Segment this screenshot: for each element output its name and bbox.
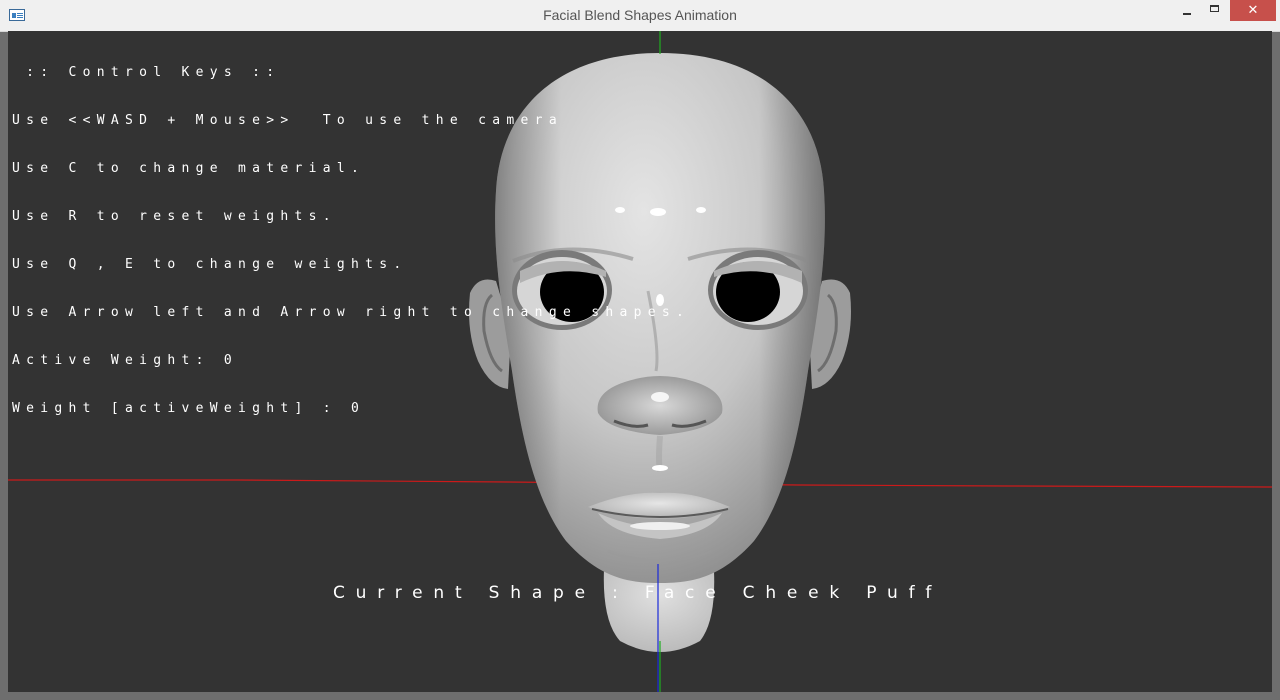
maximize-button[interactable] xyxy=(1202,0,1228,21)
current-shape-label: Current Shape : Face Cheek Puff xyxy=(333,583,943,603)
philtrum-highlight xyxy=(652,465,668,471)
minimize-button[interactable] xyxy=(1174,0,1200,21)
title-bar[interactable]: Facial Blend Shapes Animation ✕ xyxy=(0,0,1280,32)
instruction-camera: Use <<WASD + Mouse>> To use the camera xyxy=(12,113,563,128)
instruction-shapes: Use Arrow left and Arrow right to change… xyxy=(12,305,691,320)
instruction-weights: Use Q , E to change weights. xyxy=(12,257,408,272)
lip-highlight xyxy=(630,522,690,530)
instruction-reset: Use R to reset weights. xyxy=(12,209,337,224)
render-viewport[interactable]: :: Control Keys :: Use <<WASD + Mouse>> … xyxy=(8,31,1272,692)
forehead-highlight xyxy=(696,207,706,213)
control-keys-heading: :: Control Keys :: xyxy=(12,65,281,80)
app-window: Facial Blend Shapes Animation ✕:: Contr… xyxy=(0,0,1280,700)
instruction-material: Use C to change material. xyxy=(12,161,366,176)
weight-value-readout: Weight [activeWeight] : 0 xyxy=(12,401,366,416)
close-icon: ✕ xyxy=(1247,3,1259,18)
active-weight-readout: Active Weight: 0 xyxy=(12,353,239,368)
control-keys-overlay: :: Control Keys :: Use <<WASD + Mouse>> … xyxy=(12,33,690,449)
close-button[interactable]: ✕ xyxy=(1230,0,1276,21)
window-title: Facial Blend Shapes Animation xyxy=(543,7,737,23)
